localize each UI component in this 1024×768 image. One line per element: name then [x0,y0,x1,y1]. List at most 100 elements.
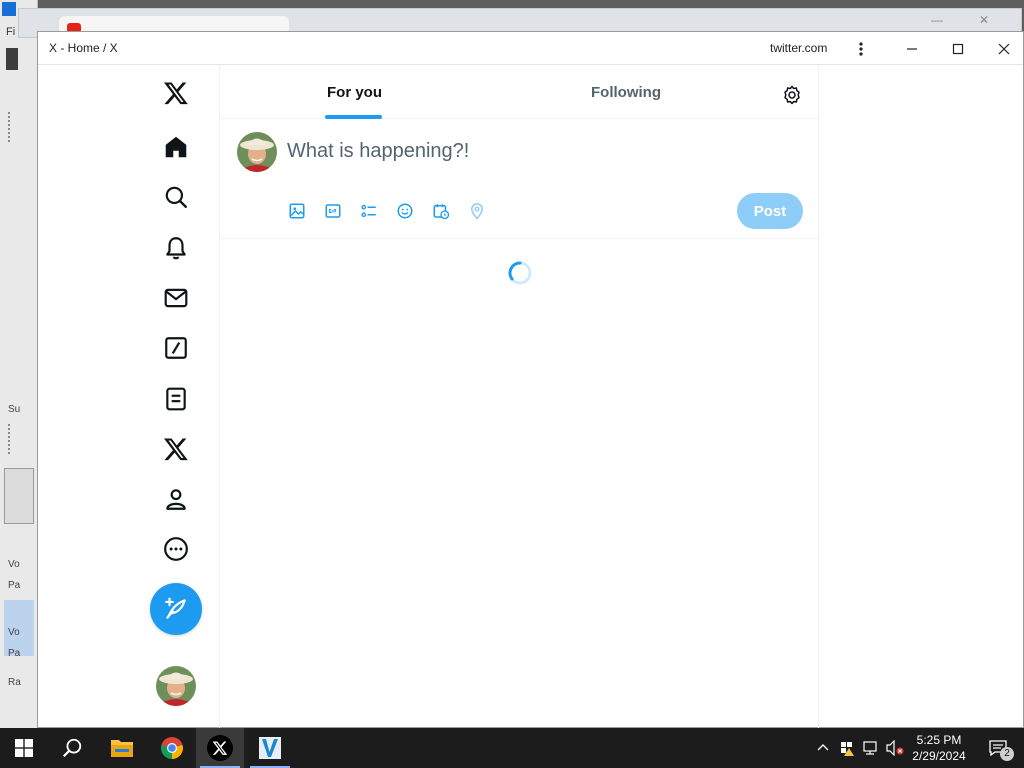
background-menu-file: Fi [6,26,16,38]
background-label: Pa [8,648,21,659]
sidebar-item-more[interactable] [159,532,193,566]
clock-date: 2/29/2024 [912,749,966,763]
post-text-input[interactable] [287,140,787,163]
sidebar-item-lists[interactable] [159,382,193,416]
x-app-window: X - Home / X twitter.com For you Followi… [37,31,1024,729]
post-composer: Post [221,120,818,239]
chrome-icon [161,737,183,759]
sidebar-item-profile[interactable] [159,482,193,516]
grok-icon [165,337,187,359]
active-tab-indicator [325,115,382,119]
composer-avatar[interactable] [237,132,277,172]
account-avatar[interactable] [156,666,196,706]
x-premium-icon [163,438,188,461]
timeline-settings-button[interactable] [778,81,806,109]
title-bar: X - Home / X twitter.com [38,32,1023,65]
add-media-button[interactable] [286,200,308,222]
minimize-button[interactable] [889,32,935,65]
background-label: Ra [8,677,21,688]
minimize-icon [907,47,917,50]
file-explorer-icon [111,740,133,757]
timeline-tabs: For you Following [221,66,818,119]
vegas-pro-icon [259,737,281,759]
loading-spinner [508,261,532,285]
poll-icon [361,204,376,218]
gear-icon [784,85,800,105]
show-hidden-icons-button[interactable] [812,728,834,768]
network-icon [863,741,877,755]
chevron-up-icon [817,744,829,751]
tab-following[interactable]: Following [591,84,661,101]
start-button[interactable] [0,728,48,768]
search-icon [62,738,82,758]
sidebar-nav [38,66,220,729]
maximize-icon [952,43,964,54]
taskbar-clock[interactable]: 5:25 PM 2/29/2024 [904,732,974,764]
security-warning-icon [841,742,854,756]
sidebar-item-messages[interactable] [159,281,193,315]
user-avatar [156,666,196,706]
lists-icon [166,387,186,411]
background-label: Vo [8,627,20,638]
taskbar-vegas-pro[interactable] [246,728,294,768]
close-icon [998,43,1010,54]
windows-start-icon [15,739,33,757]
taskbar-file-explorer[interactable] [98,728,146,768]
taskbar-search-button[interactable] [48,728,96,768]
sidebar-item-home[interactable] [159,130,193,164]
sidebar-item-explore[interactable] [159,180,193,214]
sidebar-item-premium[interactable] [159,432,193,466]
more-vertical-icon [859,41,863,56]
maximize-button[interactable] [935,32,981,65]
tag-location-button[interactable] [466,200,488,222]
taskbar-x-app[interactable] [196,728,244,768]
more-vertical-button[interactable] [843,32,879,65]
feather-plus-icon [165,597,186,619]
background-grip [8,424,11,454]
tray-volume-button[interactable] [884,728,906,768]
main-column: For you Following What is happening?! Po… [221,66,819,729]
taskbar: 5:25 PM 2/29/2024 2 [0,728,1024,768]
taskbar-chrome[interactable] [148,728,196,768]
tray-security-button[interactable] [836,728,858,768]
background-toolbar-strip [6,48,18,70]
gif-icon [325,204,341,218]
background-label: Su [8,404,21,415]
sidebar-item-grok[interactable] [159,331,193,365]
emoji-icon [397,203,413,219]
notification-count-badge: 2 [1000,747,1014,761]
sidebar-item-notifications[interactable] [159,231,193,265]
x-logo-link[interactable] [159,76,193,110]
x-logo-icon [163,82,188,105]
schedule-icon [433,204,450,220]
compose-post-button[interactable] [150,583,202,635]
search-icon [165,186,187,208]
background-app-window: Fi Su Vo Pa Vo Pa Ra [0,0,38,728]
background-minimize-icon: — [931,13,943,27]
background-track-panel [4,468,34,524]
action-center-button[interactable]: 2 [978,728,1018,768]
bell-icon [166,237,186,260]
background-close-icon: ✕ [979,13,990,27]
post-button[interactable]: Post [737,193,803,229]
mail-icon [164,288,188,308]
location-icon [470,203,484,220]
add-gif-button[interactable] [322,200,344,222]
add-emoji-button[interactable] [394,200,416,222]
window-domain: twitter.com [770,41,828,55]
window-title: X - Home / X [49,41,118,55]
add-poll-button[interactable] [358,200,380,222]
clock-time: 5:25 PM [916,733,962,747]
schedule-post-button[interactable] [430,200,452,222]
user-avatar [237,132,277,172]
background-grip [8,112,11,142]
tray-network-button[interactable] [860,728,882,768]
volume-muted-icon [886,740,904,756]
x-app-badge [207,735,233,761]
profile-icon [166,489,186,510]
close-button[interactable] [981,32,1024,65]
tab-for-you[interactable]: For you [327,84,382,101]
home-icon [165,136,187,158]
background-label: Vo [8,559,20,570]
more-circle-icon [164,537,188,561]
